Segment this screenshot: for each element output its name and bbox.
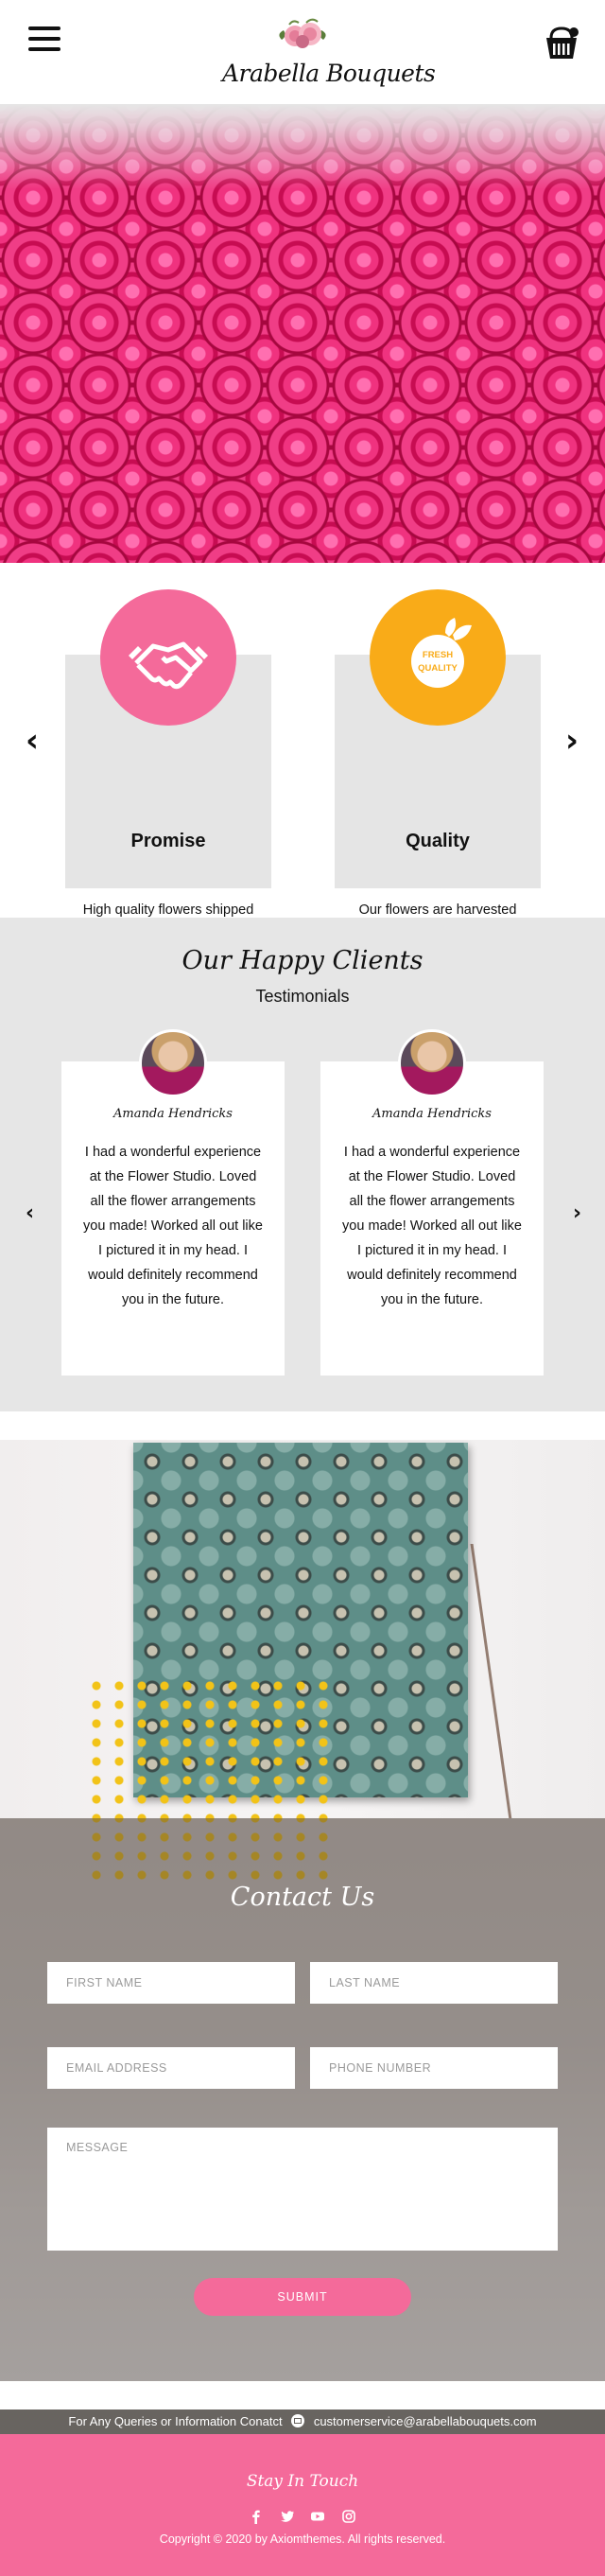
hamburger-menu-icon[interactable] (28, 26, 60, 51)
contact-title: Contact Us (230, 1883, 375, 1912)
phone-field[interactable] (310, 2047, 558, 2089)
facebook-icon[interactable] (249, 2509, 264, 2524)
testimonial-text: I had a wonderful experience at the Flow… (83, 1145, 263, 1307)
features-section: ‹ › Promise High quality flowers shipped… (0, 563, 605, 942)
twitter-icon[interactable] (280, 2509, 295, 2524)
testimonial-card: Amanda Hendricks I had a wonderful exper… (320, 1061, 544, 1376)
social-links (0, 2508, 605, 2525)
avatar (398, 1029, 466, 1097)
site-logo[interactable]: Arabella Bouquets (222, 15, 436, 87)
testimonial-author: Amanda Hendricks (372, 1107, 492, 1121)
stay-in-touch-heading: Stay In Touch (246, 2472, 359, 2491)
testimonial-card: Amanda Hendricks I had a wonderful exper… (61, 1061, 285, 1376)
testimonial-author: Amanda Hendricks (113, 1107, 233, 1121)
mail-icon (291, 2414, 305, 2427)
page: Arabella Bouquets ‹ › Promise High quali… (0, 0, 605, 2576)
features-next-arrow[interactable]: › (565, 722, 579, 760)
fresh-quality-badge-icon: FRESH QUALITY (370, 589, 506, 726)
email-field[interactable] (47, 2047, 295, 2089)
support-email-link[interactable]: customerservice@arabellabouquets.com (314, 2414, 537, 2428)
testimonial-text: I had a wonderful experience at the Flow… (342, 1145, 522, 1307)
message-field[interactable] (47, 2128, 558, 2251)
first-name-field[interactable] (47, 1962, 295, 2004)
instagram-icon[interactable] (341, 2509, 356, 2524)
contact-section: Contact Us SUBMIT (0, 1440, 605, 2381)
site-header: Arabella Bouquets (0, 0, 605, 104)
testimonials-title: Our Happy Clients (182, 946, 424, 975)
last-name-field[interactable] (310, 1962, 558, 2004)
svg-text:QUALITY: QUALITY (418, 663, 458, 674)
logo-text: Arabella Bouquets (222, 60, 436, 87)
info-bar-text: For Any Queries or Information Conatct (68, 2414, 283, 2428)
hero-fade (0, 104, 605, 189)
testimonials-section: Our Happy Clients Testimonials ‹ › Amand… (0, 918, 605, 1411)
contact-info-bar: For Any Queries or Information Conatct c… (0, 2410, 605, 2434)
handshake-icon (100, 589, 236, 726)
submit-button[interactable]: SUBMIT (194, 2278, 411, 2316)
testimonials-subtitle: Testimonials (255, 987, 350, 1006)
shopping-basket-icon[interactable] (543, 25, 580, 62)
svg-text:FRESH: FRESH (423, 650, 453, 660)
feature-title: Promise (130, 831, 206, 851)
feature-title: Quality (406, 831, 470, 851)
youtube-icon[interactable] (310, 2509, 325, 2524)
features-prev-arrow[interactable]: ‹ (26, 722, 39, 760)
flower-logo-icon (279, 18, 326, 48)
site-footer: Stay In Touch Copyright © 2020 by Axiomt… (0, 2434, 605, 2576)
avatar (139, 1029, 207, 1097)
testimonials-prev-arrow[interactable]: ‹ (26, 1201, 34, 1225)
hero-roses-image (0, 104, 605, 563)
testimonials-next-arrow[interactable]: › (573, 1201, 581, 1225)
copyright-text: Copyright © 2020 by Axiomthemes. All rig… (159, 2532, 446, 2546)
